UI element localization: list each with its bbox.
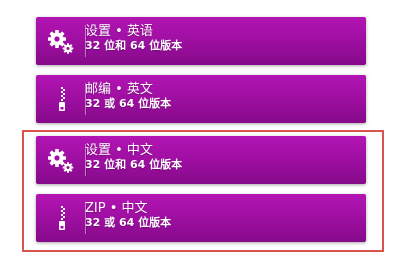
- gears-icon: [42, 140, 82, 180]
- zip-icon: [42, 198, 82, 238]
- gears-icon: [42, 21, 82, 61]
- setup-english-download-button[interactable]: 设置 • 英语 32 位和 64 位版本: [36, 17, 366, 65]
- zip-icon: [42, 79, 82, 119]
- setup-chinese-download-button[interactable]: 设置 • 中文 32 位和 64 位版本: [36, 136, 366, 184]
- button-subtitle: 32 或 64 位版本: [85, 216, 172, 229]
- button-subtitle: 32 位和 64 位版本: [85, 158, 183, 171]
- zip-english-download-button[interactable]: 邮编 • 英文 32 或 64 位版本: [36, 75, 366, 123]
- button-title: ZIP • 中文: [85, 201, 148, 216]
- zip-chinese-download-button[interactable]: ZIP • 中文 32 或 64 位版本: [36, 194, 366, 242]
- download-options: 设置 • 英语 32 位和 64 位版本 邮编 • 英文 32 或 64 位版本…: [0, 0, 404, 275]
- button-title: 邮编 • 英文: [85, 82, 153, 97]
- button-subtitle: 32 位和 64 位版本: [85, 39, 183, 52]
- button-subtitle: 32 或 64 位版本: [85, 97, 172, 110]
- button-title: 设置 • 英语: [85, 24, 153, 39]
- button-title: 设置 • 中文: [85, 143, 153, 158]
